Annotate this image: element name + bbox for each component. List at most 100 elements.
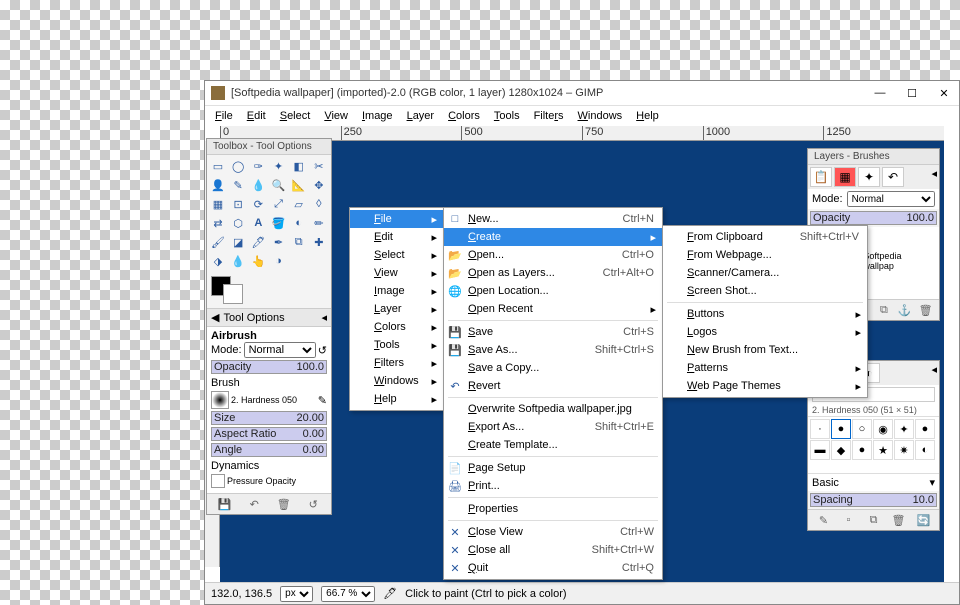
delete-preset-icon[interactable]: 🗑 xyxy=(277,497,291,511)
menu-image[interactable]: Image xyxy=(356,108,399,124)
menu-item[interactable]: From ClipboardShift+Ctrl+V xyxy=(663,228,867,246)
duplicate-brush-icon[interactable]: ⧉ xyxy=(867,513,881,527)
tool-paths[interactable]: ✎ xyxy=(229,176,247,194)
menu-item[interactable]: □New...Ctrl+N xyxy=(444,210,662,228)
refresh-brush-icon[interactable]: 🔄 xyxy=(917,513,931,527)
menu-item[interactable]: View▸ xyxy=(350,264,443,282)
menu-item[interactable]: Layer▸ xyxy=(350,300,443,318)
tool-perspective[interactable]: ◊ xyxy=(310,195,328,213)
mode-reset-icon[interactable]: ↺ xyxy=(318,344,327,357)
tool-move[interactable]: ✥ xyxy=(310,176,328,194)
brush-cell[interactable]: ● xyxy=(915,419,935,439)
menu-layer[interactable]: Layer xyxy=(401,108,441,124)
tool-ellipse-select[interactable]: ◯ xyxy=(229,157,247,175)
brush-cell[interactable]: ◆ xyxy=(831,440,851,460)
size-slider[interactable]: Size20.00 xyxy=(211,411,327,425)
menu-item[interactable]: Windows▸ xyxy=(350,372,443,390)
tool-ink[interactable]: ✒ xyxy=(269,233,287,251)
duplicate-layer-icon[interactable]: ⧉ xyxy=(877,303,891,317)
maximize-button[interactable]: ☐ xyxy=(903,84,921,102)
menu-item[interactable]: Buttons▸ xyxy=(663,305,867,323)
menu-item[interactable]: Export As...Shift+Ctrl+E xyxy=(444,418,662,436)
tool-text[interactable]: A xyxy=(249,214,267,232)
menu-item[interactable]: Create Template... xyxy=(444,436,662,454)
color-swatches[interactable] xyxy=(207,272,331,308)
layer-mode-select[interactable]: Normal xyxy=(847,191,935,207)
tool-eraser[interactable]: ◪ xyxy=(229,233,247,251)
delete-layer-icon[interactable]: 🗑 xyxy=(919,303,933,317)
background-swatch[interactable] xyxy=(223,284,243,304)
tool-dodge[interactable]: ◑ xyxy=(269,252,287,270)
tool-free-select[interactable]: ✑ xyxy=(249,157,267,175)
spacing-slider[interactable]: Spacing10.0 xyxy=(810,493,937,507)
new-brush-icon[interactable]: ▫ xyxy=(842,513,856,527)
tool-pencil[interactable]: ✏ xyxy=(310,214,328,232)
menu-help[interactable]: Help xyxy=(630,108,665,124)
menu-item[interactable]: ✕QuitCtrl+Q xyxy=(444,559,662,577)
menu-item[interactable]: 📂Open...Ctrl+O xyxy=(444,246,662,264)
save-preset-icon[interactable]: 💾 xyxy=(218,497,232,511)
menu-item[interactable]: 🖨Print... xyxy=(444,477,662,495)
tool-color-picker[interactable]: 💧 xyxy=(249,176,267,194)
menu-item[interactable]: File▸ xyxy=(350,210,443,228)
brush-cell[interactable]: ★ xyxy=(873,440,893,460)
tool-flip[interactable]: ⇄ xyxy=(209,214,227,232)
menu-item[interactable]: Image▸ xyxy=(350,282,443,300)
menu-windows[interactable]: Windows xyxy=(572,108,629,124)
tool-zoom[interactable]: 🔍 xyxy=(269,176,287,194)
brush-cell[interactable]: ● xyxy=(852,440,872,460)
menu-item[interactable]: Filters▸ xyxy=(350,354,443,372)
tool-rect-select[interactable]: ▭ xyxy=(209,157,227,175)
tool-blur[interactable]: 💧 xyxy=(229,252,247,270)
options-menu-icon[interactable]: ◂ xyxy=(321,311,327,324)
tool-airbrush[interactable]: 🖊 xyxy=(249,233,267,251)
menu-item[interactable]: ↶Revert xyxy=(444,377,662,395)
brush-cell[interactable]: ✦ xyxy=(894,419,914,439)
tool-cage[interactable]: ⬡ xyxy=(229,214,247,232)
tool-bucket[interactable]: 🪣 xyxy=(269,214,287,232)
brush-cell[interactable]: ● xyxy=(831,419,851,439)
tool-rotate[interactable]: ⟳ xyxy=(249,195,267,213)
brush-cell[interactable]: ◉ xyxy=(873,419,893,439)
menu-item[interactable]: Patterns▸ xyxy=(663,359,867,377)
tool-foreground[interactable]: 👤 xyxy=(209,176,227,194)
zoom-select[interactable]: 66.7 % xyxy=(321,586,375,602)
angle-slider[interactable]: Angle0.00 xyxy=(211,443,327,457)
tool-perspective-clone[interactable]: ⬗ xyxy=(209,252,227,270)
menu-item[interactable]: 📄Page Setup xyxy=(444,459,662,477)
menu-tools[interactable]: Tools xyxy=(488,108,526,124)
tool-blend[interactable]: ◐ xyxy=(290,214,308,232)
mode-select[interactable]: Normal xyxy=(244,342,316,358)
tool-color-select[interactable]: ◧ xyxy=(290,157,308,175)
tool-scale[interactable]: ⤢ xyxy=(269,195,287,213)
menu-item[interactable]: Tools▸ xyxy=(350,336,443,354)
dock-menu-icon[interactable]: ◂ xyxy=(931,167,937,187)
menu-item[interactable]: Scanner/Camera... xyxy=(663,264,867,282)
brush-cell[interactable]: · xyxy=(810,419,830,439)
brush-dock-menu-icon[interactable]: ◂ xyxy=(931,363,937,383)
menu-item[interactable]: 💾Save As...Shift+Ctrl+S xyxy=(444,341,662,359)
menu-item[interactable]: Overwrite Softpedia wallpaper.jpg xyxy=(444,400,662,418)
tool-heal[interactable]: ✚ xyxy=(310,233,328,251)
menu-item[interactable]: Select▸ xyxy=(350,246,443,264)
channels-tab[interactable]: ▦ xyxy=(834,167,856,187)
menu-item[interactable]: ✕Close allShift+Ctrl+W xyxy=(444,541,662,559)
brush-edit-icon[interactable]: ✎ xyxy=(318,394,327,407)
menu-item[interactable]: From Webpage... xyxy=(663,246,867,264)
menu-item[interactable]: Open Recent▸ xyxy=(444,300,662,318)
brush-cell[interactable]: ▬ xyxy=(810,440,830,460)
undo-tab[interactable]: ↶ xyxy=(882,167,904,187)
paths-tab[interactable]: ✦ xyxy=(858,167,880,187)
delete-brush-icon[interactable]: 🗑 xyxy=(892,513,906,527)
menu-item[interactable]: 📂Open as Layers...Ctrl+Alt+O xyxy=(444,264,662,282)
menu-item[interactable]: ✕Close ViewCtrl+W xyxy=(444,523,662,541)
tool-clone[interactable]: ⧉ xyxy=(290,233,308,251)
restore-preset-icon[interactable]: ↶ xyxy=(247,497,261,511)
menu-item[interactable]: Properties xyxy=(444,500,662,518)
menu-item[interactable]: Logos▸ xyxy=(663,323,867,341)
layer-name[interactable]: Softpedia wallpap xyxy=(863,251,933,271)
menu-item[interactable]: Edit▸ xyxy=(350,228,443,246)
aspect-slider[interactable]: Aspect Ratio0.00 xyxy=(211,427,327,441)
menu-item[interactable]: 💾SaveCtrl+S xyxy=(444,323,662,341)
menu-file[interactable]: File xyxy=(209,108,239,124)
